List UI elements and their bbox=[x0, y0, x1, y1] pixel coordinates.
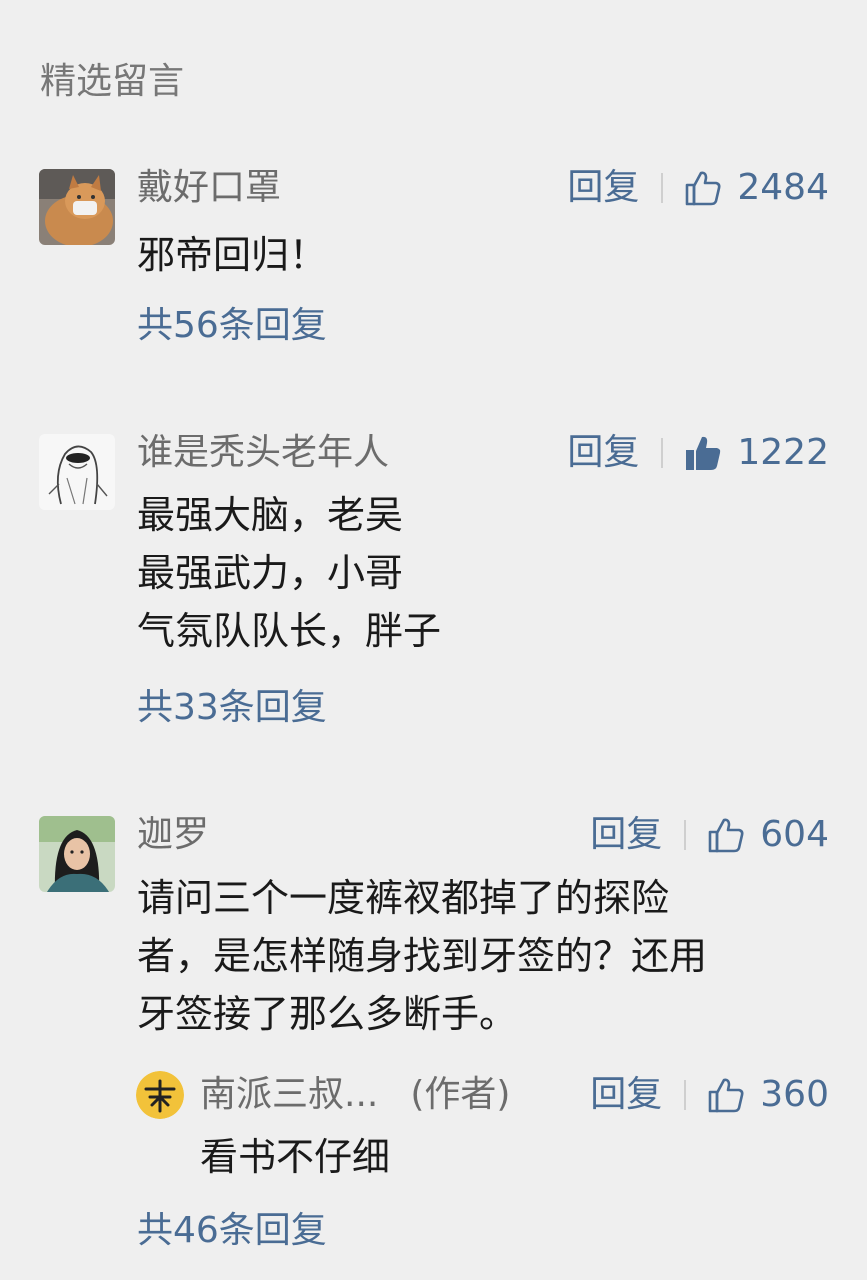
like-count: 604 bbox=[760, 814, 829, 855]
section-title: 精选留言 bbox=[40, 61, 185, 102]
view-replies-link[interactable]: 共56条回复 bbox=[137, 303, 327, 349]
comment-actions: 回复 1222 bbox=[567, 430, 829, 476]
divider bbox=[684, 820, 687, 850]
reply-button[interactable]: 回复 bbox=[567, 165, 639, 211]
view-replies-link[interactable]: 共46条回复 bbox=[137, 1208, 327, 1254]
thumbs-up-icon[interactable] bbox=[706, 815, 746, 855]
divider bbox=[661, 173, 664, 203]
comment-text: 请问三个一度裤衩都掉了的探险 者，是怎样随身找到牙签的？还用 牙签接了那么多断手… bbox=[137, 869, 707, 1043]
comment-line: 邪帝回归！ bbox=[137, 233, 328, 277]
comment-line: 气氛队队长，胖子 bbox=[137, 609, 442, 653]
comment-line: 最强大脑，老吴 bbox=[137, 493, 404, 537]
comment-nickname[interactable]: 谁是秃头老年人 bbox=[137, 430, 389, 476]
comment-line: 牙签接了那么多断手。 bbox=[137, 992, 518, 1036]
view-replies-link[interactable]: 共33条回复 bbox=[137, 685, 327, 731]
comment-text: 邪帝回归！ bbox=[137, 226, 327, 284]
avatar[interactable] bbox=[39, 434, 115, 510]
author-avatar[interactable] bbox=[136, 1071, 184, 1119]
like-count: 360 bbox=[760, 1074, 829, 1115]
avatar[interactable] bbox=[39, 816, 115, 892]
comment-nickname[interactable]: 戴好口罩 bbox=[137, 165, 281, 211]
thumbs-up-icon[interactable] bbox=[706, 1075, 746, 1115]
like-count: 2484 bbox=[737, 167, 829, 208]
reply-button[interactable]: 回复 bbox=[590, 812, 662, 858]
comment-line: 者，是怎样随身找到牙签的？还用 bbox=[137, 934, 708, 978]
author-reply-actions: 回复 360 bbox=[590, 1072, 829, 1118]
author-nickname[interactable]: 南派三叔... bbox=[200, 1074, 378, 1115]
comment-text: 最强大脑，老吴 最强武力，小哥 气氛队队长，胖子 bbox=[137, 486, 441, 660]
comment-line: 请问三个一度裤衩都掉了的探险 bbox=[137, 876, 670, 920]
thumbs-up-filled-icon[interactable] bbox=[683, 433, 723, 473]
comment-actions: 回复 604 bbox=[590, 812, 829, 858]
author-tag: (作者) bbox=[410, 1074, 511, 1115]
reply-button[interactable]: 回复 bbox=[590, 1072, 662, 1118]
divider bbox=[661, 438, 664, 468]
thumbs-up-icon[interactable] bbox=[683, 168, 723, 208]
comment-actions: 回复 2484 bbox=[567, 165, 829, 211]
like-count: 1222 bbox=[737, 432, 829, 473]
avatar[interactable] bbox=[39, 169, 115, 245]
author-reply-text: 看书不仔细 bbox=[200, 1135, 391, 1179]
reply-button[interactable]: 回复 bbox=[567, 430, 639, 476]
divider bbox=[684, 1080, 687, 1110]
comment-nickname[interactable]: 迦罗 bbox=[137, 812, 209, 858]
author-reply-name[interactable]: 南派三叔... (作者) bbox=[200, 1072, 510, 1118]
comment-line: 最强武力，小哥 bbox=[137, 551, 404, 595]
